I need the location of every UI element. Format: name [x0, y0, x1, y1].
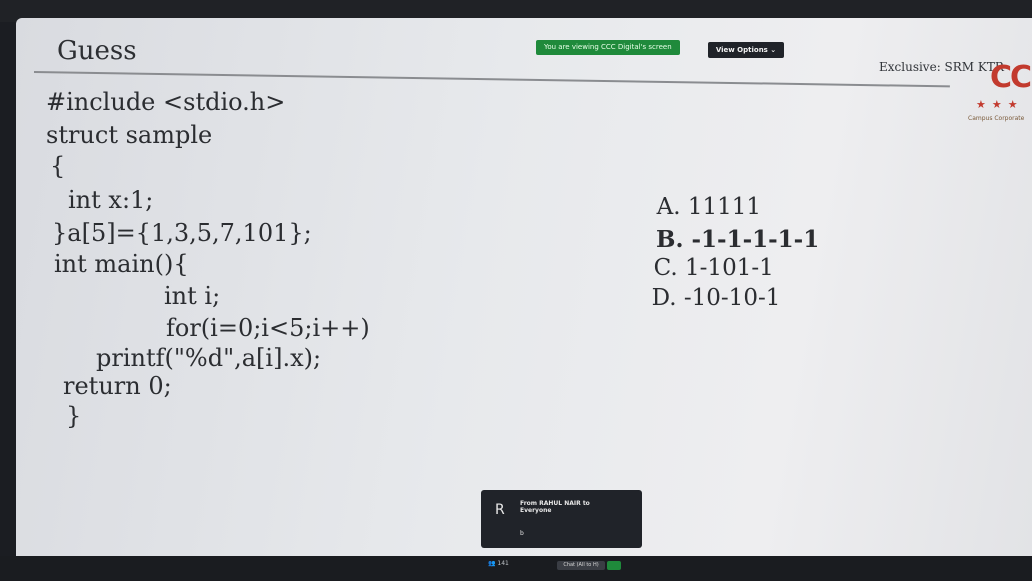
chat-from: From RAHUL NAIR to Everyone [520, 500, 590, 514]
code-line: int main(){ [54, 250, 189, 278]
code-line: int i; [164, 282, 221, 310]
code-line: return 0; [63, 372, 172, 400]
option-d-letter: D. [651, 285, 677, 311]
logo-stars: ★★★ [976, 98, 1024, 111]
view-options-button[interactable]: View Options ⌄ [708, 42, 784, 58]
slide-title: Guess [57, 36, 137, 66]
cc-logo: CC [990, 60, 1032, 95]
participants-icon[interactable]: 👥 141 [488, 560, 509, 567]
logo-subtitle: Campus Corporate [968, 115, 1025, 122]
code-line: } [66, 402, 82, 430]
code-line: }a[5]={1,3,5,7,101}; [52, 219, 312, 247]
sender-avatar-icon: R [495, 502, 505, 518]
code-line: printf("%d",a[i].x); [96, 344, 322, 372]
exclusive-label: Exclusive: SRM KTR [879, 60, 1004, 74]
meeting-toolbar [0, 556, 1032, 581]
screen-share-banner: You are viewing CCC Digital's screen [536, 40, 680, 55]
code-line: { [50, 152, 66, 180]
code-line: #include <stdio.h> [46, 88, 286, 116]
chat-button[interactable]: Chat (All to H) [557, 561, 605, 570]
code-block: #include <stdio.h> struct sample { int x… [0, 0, 370, 430]
code-line: struct sample [46, 121, 213, 149]
option-d-text: -10-10-1 [683, 285, 781, 311]
chat-status-indicator [607, 561, 621, 570]
code-line: for(i=0;i<5;i++) [166, 314, 370, 342]
chat-message: b [520, 530, 524, 537]
chat-notification[interactable]: R From RAHUL NAIR to Everyone b [481, 490, 642, 548]
option-d: D. -10-10-1 [637, 259, 781, 311]
code-line: int x:1; [68, 186, 154, 214]
